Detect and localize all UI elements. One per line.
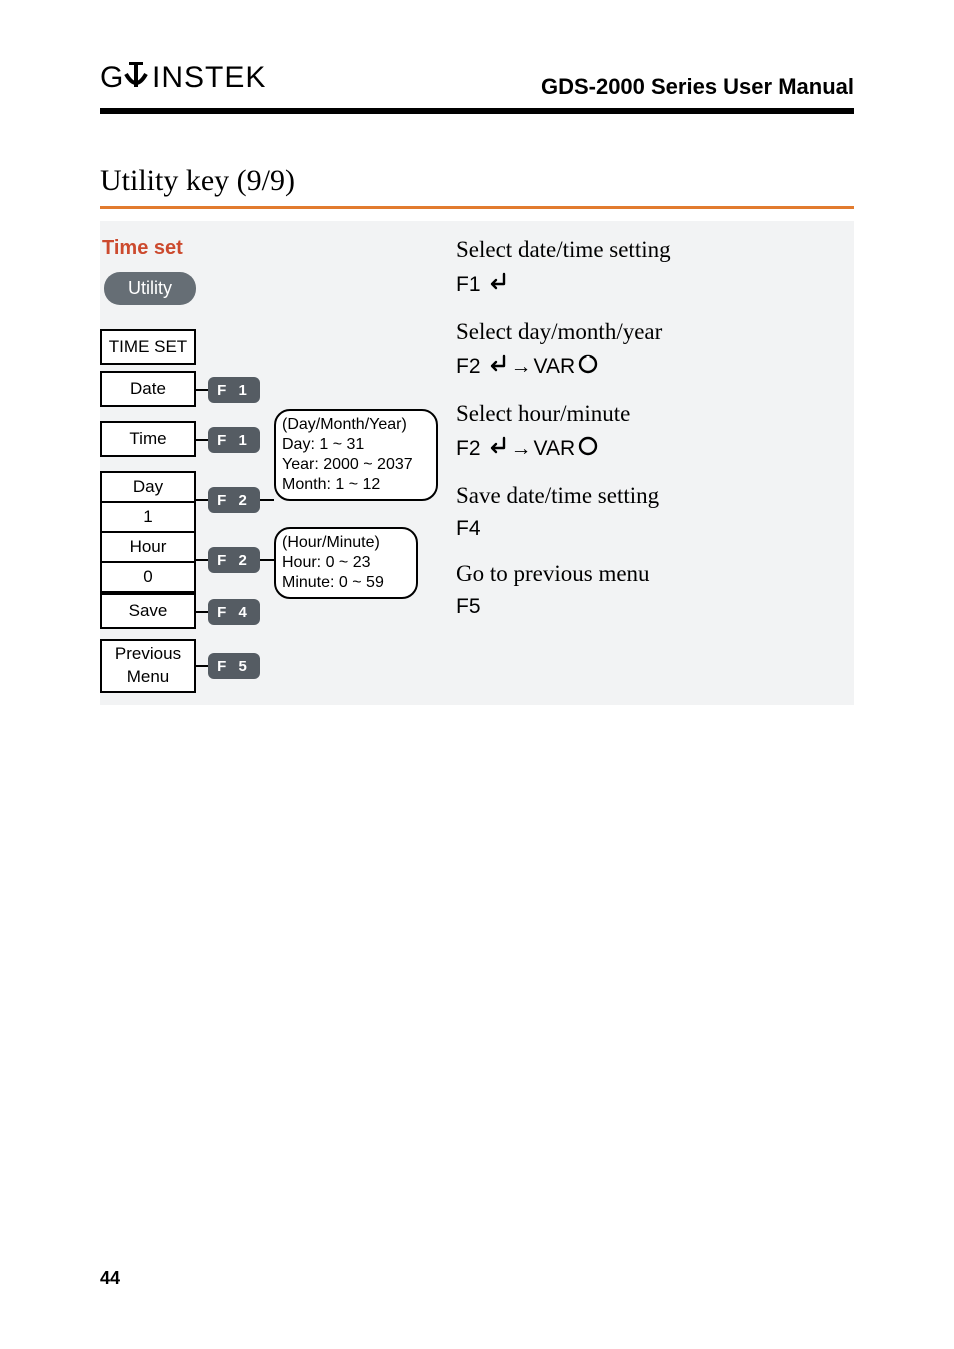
softkey-date: Date [100, 371, 196, 407]
softkey-date-label: Date [102, 373, 194, 405]
bubble-line: Month: 1 ~ 12 [282, 475, 430, 495]
var-label: VAR [534, 355, 576, 379]
softkey-save: Save [100, 593, 196, 629]
softkey-day-value: 1 [102, 503, 194, 531]
utility-button[interactable]: Utility [104, 272, 196, 305]
bubble-line: Hour: 0 ~ 23 [282, 553, 410, 573]
keyline-f5: F5 [456, 595, 854, 619]
connector [196, 611, 208, 613]
manual-page: { "header": { "brand": "GWINSTEK", "doc_… [0, 0, 954, 1349]
desc-select-hm: Select hour/minute [456, 401, 854, 427]
desc-select-datetime: Select date/time setting [456, 237, 854, 263]
knob-icon [577, 435, 599, 463]
connector [260, 559, 274, 561]
left-column: Time set Utility TIME SET Date F 1 Time … [100, 237, 450, 689]
softkey-timeset: TIME SET [100, 329, 196, 365]
page-header: G INSTEK GDS-2000 Series User Manual [100, 60, 854, 114]
arrow-right-icon: → [511, 355, 532, 379]
enter-icon [483, 435, 509, 463]
softkey-day-label: Day [102, 473, 194, 503]
bubble-line: Year: 2000 ~ 2037 [282, 455, 430, 475]
keyline-f1: F1 [456, 271, 854, 299]
time-set-label: Time set [102, 237, 450, 260]
fkey-f5[interactable]: F 5 [208, 653, 260, 679]
softkey-hour: Hour 0 [100, 531, 196, 593]
section-title: Utility key (9/9) [100, 164, 854, 198]
key-label: F5 [456, 595, 481, 619]
svg-text:INSTEK: INSTEK [152, 61, 266, 94]
arrow-right-icon: → [511, 437, 532, 461]
desc-select-dmy: Select day/month/year [456, 319, 854, 345]
softkey-prev-l2: Menu [102, 667, 194, 691]
desc-prev-menu: Go to previous menu [456, 561, 854, 587]
connector [196, 499, 208, 501]
softkey-hour-label: Hour [102, 533, 194, 563]
orange-rule [100, 206, 854, 209]
key-label: F2 [456, 437, 481, 461]
bubble-line: Day: 1 ~ 31 [282, 435, 430, 455]
content-band: Time set Utility TIME SET Date F 1 Time … [100, 221, 854, 705]
keyline-f4: F4 [456, 517, 854, 541]
fkey-f4[interactable]: F 4 [208, 599, 260, 625]
right-column: Select date/time setting F1 Select day/m… [450, 237, 854, 619]
page-number: 44 [100, 1268, 120, 1289]
connector [260, 499, 274, 501]
enter-icon [483, 353, 509, 381]
connector [196, 439, 208, 441]
bubble-line: (Day/Month/Year) [282, 415, 430, 435]
doc-title: GDS-2000 Series User Manual [541, 74, 854, 100]
softkey-day: Day 1 [100, 471, 196, 533]
softkey-previous-menu: Previous Menu [100, 639, 196, 693]
softkey-time: Time [100, 421, 196, 457]
softkey-save-label: Save [102, 595, 194, 627]
softkey-timeset-label: TIME SET [102, 331, 194, 363]
connector [196, 389, 208, 391]
var-label: VAR [534, 437, 576, 461]
key-label: F2 [456, 355, 481, 379]
keyline-f2-var-1: F2 → VAR [456, 353, 854, 381]
svg-text:G: G [100, 61, 124, 94]
connector [196, 665, 208, 667]
bubble-line: Minute: 0 ~ 59 [282, 573, 410, 593]
bubble-line: (Hour/Minute) [282, 533, 410, 553]
fkey-f2-hour[interactable]: F 2 [208, 547, 260, 573]
brand-logo: G INSTEK [100, 60, 310, 102]
fkey-f1-time[interactable]: F 1 [208, 427, 260, 453]
softkey-prev-l1: Previous [102, 641, 194, 667]
keyline-f2-var-2: F2 → VAR [456, 435, 854, 463]
date-range-bubble: (Day/Month/Year) Day: 1 ~ 31 Year: 2000 … [274, 409, 438, 501]
softkey-diagram: TIME SET Date F 1 Time F 1 Day 1 [100, 329, 450, 689]
time-range-bubble: (Hour/Minute) Hour: 0 ~ 23 Minute: 0 ~ 5… [274, 527, 418, 599]
enter-icon [483, 271, 509, 299]
knob-icon [577, 353, 599, 381]
fkey-f1-date[interactable]: F 1 [208, 377, 260, 403]
fkey-f2-day[interactable]: F 2 [208, 487, 260, 513]
connector [196, 559, 208, 561]
desc-save: Save date/time setting [456, 483, 854, 509]
softkey-hour-value: 0 [102, 563, 194, 591]
softkey-time-label: Time [102, 423, 194, 455]
key-label: F4 [456, 517, 481, 541]
brand-svg: G INSTEK [100, 60, 310, 94]
key-label: F1 [456, 273, 481, 297]
